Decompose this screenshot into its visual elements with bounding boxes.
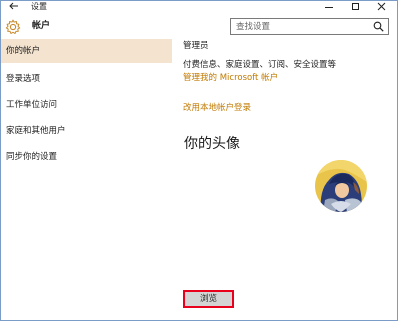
gear-icon [5,19,21,35]
close-icon [377,2,385,11]
account-info-text: 付费信息、家庭设置、订阅、安全设置等 [183,60,337,70]
page-title: 帐户 [32,21,51,31]
maximize-button[interactable] [342,0,368,13]
avatar-heading: 你的头像 [184,136,240,152]
browse-button[interactable]: 浏览 [183,290,234,308]
close-button[interactable] [368,0,394,13]
main-content: 管理员 付费信息、家庭设置、订阅、安全设置等 管理我的 Microsoft 帐户… [172,39,398,321]
sidebar-item-work-access[interactable]: 工作单位访问 [0,93,172,117]
sidebar-item-your-account[interactable]: 你的帐户 [0,39,172,63]
sidebar-item-sign-in-options[interactable]: 登录选项 [0,67,172,91]
sidebar-item-family-users[interactable]: 家庭和其他用户 [0,119,172,143]
sidebar-item-sync-settings[interactable]: 同步你的设置 [0,145,172,169]
avatar [315,160,367,212]
title-bar: 设置 [0,0,398,14]
search-box[interactable] [230,18,389,35]
manage-account-link[interactable]: 管理我的 Microsoft 帐户 [183,72,278,84]
search-input[interactable] [231,19,369,34]
account-role: 管理员 [183,41,209,51]
page-header: 帐户 [0,14,398,39]
local-account-link[interactable]: 改用本地帐户登录 [183,102,251,114]
minimize-icon [325,7,333,8]
sidebar: 你的帐户 登录选项 工作单位访问 家庭和其他用户 同步你的设置 [0,39,172,321]
search-icon[interactable] [373,21,384,32]
minimize-button[interactable] [316,0,342,13]
maximize-icon [351,3,359,10]
window-title: 设置 [31,2,47,11]
back-arrow-icon[interactable] [8,0,20,13]
